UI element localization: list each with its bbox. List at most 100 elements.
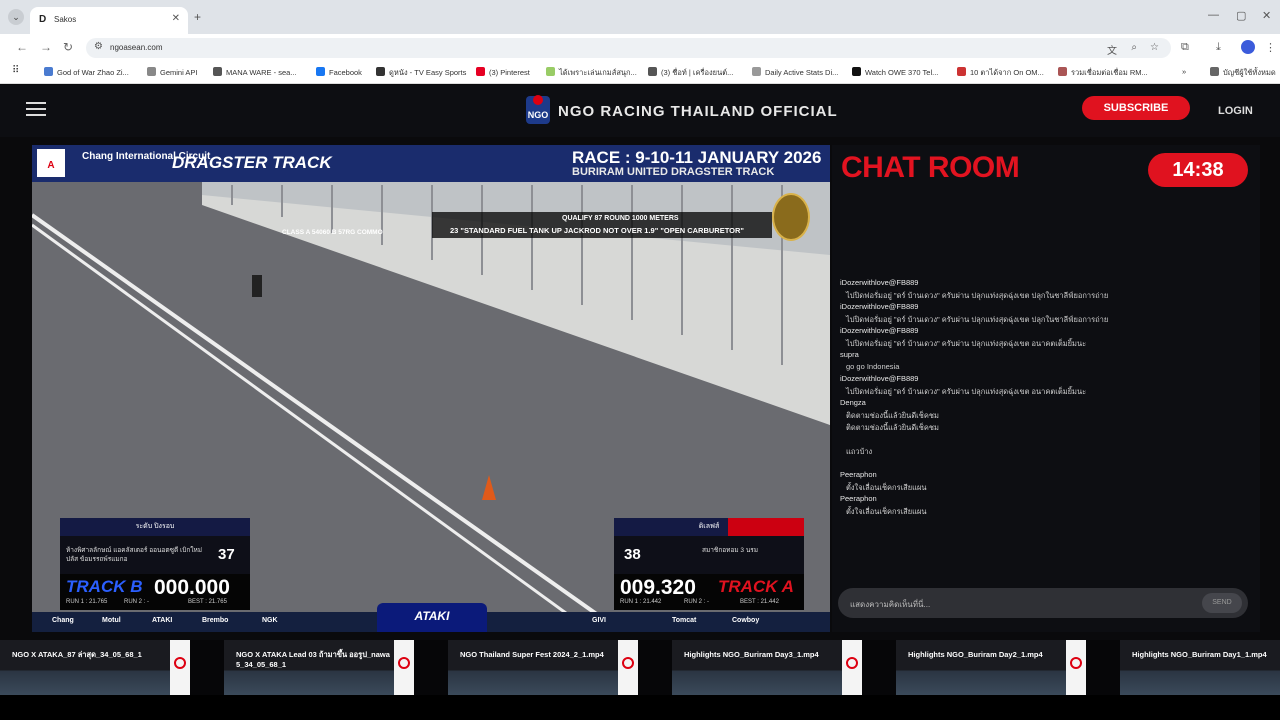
- chat-message-text: ตั้งใจเลื่อนเช็คกรเสียแผน: [846, 483, 927, 492]
- playlist-item[interactable]: Highlights NGO_Buriram Day2_1.mp4: [896, 640, 1118, 695]
- bookmark-item[interactable]: Gemini API: [147, 67, 198, 77]
- bookmark-favicon-icon: [1058, 67, 1067, 76]
- bookmark-item[interactable]: (3) ชื่อท์ | เครื่องยนต์...: [648, 67, 733, 79]
- chat-message-text: ไปปิดฟอรั่มอยู่ "ดร์ บ้านเดวง" ครับผ่าน …: [846, 291, 1109, 300]
- video-top-banner: A Chang International Circuit DRAGSTER T…: [32, 145, 830, 182]
- back-icon[interactable]: ←: [16, 40, 28, 54]
- maximize-icon[interactable]: ▢: [1236, 9, 1246, 22]
- bookmark-label: รวมเชื่อมต่อเชื่อม RM...: [1071, 68, 1148, 77]
- hamburger-menu-icon[interactable]: [26, 102, 46, 116]
- forward-icon[interactable]: →: [40, 40, 52, 54]
- zoom-icon[interactable]: ⌕: [1131, 42, 1137, 53]
- bookmark-favicon-icon: [476, 67, 485, 76]
- new-tab-icon[interactable]: +: [194, 10, 201, 24]
- chat-username: iDozerwithlove@FB889: [840, 278, 919, 287]
- page-bottom: [0, 695, 1280, 720]
- bookmark-item[interactable]: Facebook: [316, 67, 362, 77]
- playlist-item[interactable]: Highlights NGO_Buriram Day1_1.mp4: [1120, 640, 1280, 695]
- right-time: 009.320: [620, 576, 696, 599]
- more-bookmarks-icon[interactable]: »: [1182, 67, 1186, 76]
- download-icon[interactable]: ⤓: [1216, 41, 1221, 54]
- right-racer-name: สมาชิกอทอม 3 นรม: [702, 547, 759, 554]
- bookmark-item[interactable]: Daily Active Stats Di...: [752, 67, 838, 77]
- minimize-icon[interactable]: —: [1208, 9, 1219, 21]
- playlist-item[interactable]: NGO X ATAKA_87 ล่าสุด_34_05_68_1: [0, 640, 222, 695]
- bookmark-item[interactable]: ดูหนัง - TV Easy Sports: [376, 67, 466, 79]
- bookmark-favicon-icon: [213, 67, 222, 76]
- video-thumbnail: [672, 640, 842, 695]
- playlist-title: Highlights NGO_Buriram Day2_1.mp4: [908, 650, 1043, 659]
- site-header: NGO NGO RACING THAILAND OFFICIAL SUBSCRI…: [0, 85, 1280, 137]
- bookmarks-bar: ⠿ God of War Zhao Zi... Gemini API MANA …: [0, 62, 1280, 84]
- reload-icon[interactable]: ↻: [63, 40, 73, 54]
- bookmark-star-icon[interactable]: ☆: [1150, 42, 1159, 53]
- brand-logo-icon: A: [37, 149, 65, 177]
- playlist-item[interactable]: Highlights NGO_Buriram Day3_1.mp4: [672, 640, 894, 695]
- left-best: BEST : 21.765: [188, 599, 227, 605]
- playlist-item[interactable]: NGO X ATAKA Lead 03 ถ้ามาขึ้น ออรูป_nawa…: [224, 640, 446, 695]
- ngo-badge-icon: [842, 640, 862, 695]
- extensions-icon[interactable]: ⧉: [1181, 41, 1189, 54]
- site-title: NGO RACING THAILAND OFFICIAL: [558, 103, 838, 120]
- playlist-item[interactable]: NGO Thailand Super Fest 2024_2_1.mp4: [448, 640, 670, 695]
- chat-username: supra: [840, 350, 859, 359]
- subscribe-button[interactable]: SUBSCRIBE: [1082, 96, 1190, 120]
- video-thumbnail: [448, 640, 618, 695]
- svg-text:NGO: NGO: [528, 110, 549, 120]
- tab-title: Sakos: [54, 15, 77, 24]
- left-track-label: TRACK B: [66, 577, 143, 596]
- bookmark-item[interactable]: รวมเชื่อมต่อเชื่อม RM...: [1058, 67, 1148, 79]
- login-link[interactable]: LOGIN: [1218, 105, 1253, 117]
- chat-message-list[interactable]: iDozerwithlove@FB889 ไปปิดฟอรั่มอยู่ "ดร…: [840, 278, 1250, 518]
- sponsor-label: Cowboy: [732, 617, 760, 624]
- browser-tab[interactable]: D Sakos ✕: [30, 7, 188, 34]
- bookmark-item[interactable]: ได้เพราะเล่นเกมส์สนุก...: [546, 67, 637, 79]
- bookmark-item[interactable]: 10 ตาได้จาก On OM...: [957, 67, 1044, 79]
- close-window-icon[interactable]: ✕: [1262, 9, 1271, 22]
- url-text: ngoasean.com: [110, 43, 163, 52]
- left-score-header: ระดับ ปิงรอบ: [60, 518, 250, 536]
- bookmark-item[interactable]: บัญชีผู้ใช้ทั้งหมด: [1210, 67, 1276, 79]
- chat-message-text: ตั้งใจเลื่อนเช็คกรเสียแผน: [846, 507, 927, 516]
- bookmark-item[interactable]: (3) Pinterest: [476, 67, 530, 77]
- right-score-header: ดิเลฟส์: [614, 518, 804, 536]
- translate-icon[interactable]: 文: [1107, 42, 1117, 57]
- apps-icon[interactable]: ⠿: [12, 65, 19, 76]
- right-racer-number: 38: [624, 546, 641, 563]
- bookmark-item[interactable]: MANA WARE - sea...: [213, 67, 297, 77]
- ngo-logo[interactable]: NGO: [523, 92, 553, 128]
- bookmark-item[interactable]: Watch OWE 370 Tel...: [852, 67, 938, 77]
- left-racer-number: 37: [218, 546, 235, 563]
- bookmark-label: บัญชีผู้ใช้ทั้งหมด: [1223, 68, 1276, 77]
- sponsor-label: GIVI: [592, 617, 607, 624]
- chat-username: Peeraphon: [840, 494, 877, 503]
- bookmark-label: MANA WARE - sea...: [226, 68, 297, 77]
- chat-room-title: CHAT ROOM: [841, 151, 1020, 184]
- left-run2: RUN 2 : -: [124, 599, 150, 605]
- chat-input-field[interactable]: แสดงความคิดเห็นที่นี่... SEND: [838, 588, 1248, 618]
- close-tab-icon[interactable]: ✕: [172, 13, 180, 24]
- send-button[interactable]: SEND: [1202, 593, 1242, 613]
- chat-message-text: ไปปิดฟอรั่มอยู่ "ดร์ บ้านเดวง" ครับผ่าน …: [846, 315, 1109, 324]
- chat-username: Peeraphon: [840, 470, 877, 479]
- ataki-logo: ATAKI: [377, 603, 487, 632]
- bookmark-favicon-icon: [752, 67, 761, 76]
- live-video-player[interactable]: A Chang International Circuit DRAGSTER T…: [32, 145, 830, 632]
- address-bar[interactable]: ⚙ ngoasean.com 文 ⌕ ☆: [86, 38, 1171, 58]
- right-best: BEST : 21.442: [740, 599, 779, 605]
- sponsor-label: Motul: [102, 617, 121, 624]
- bookmark-label: Daily Active Stats Di...: [765, 68, 839, 77]
- folder-icon: [1210, 67, 1219, 76]
- site-info-icon[interactable]: ⚙: [94, 41, 103, 52]
- bookmark-item[interactable]: God of War Zhao Zi...: [44, 67, 129, 77]
- playlist-title: NGO Thailand Super Fest 2024_2_1.mp4: [460, 650, 604, 659]
- bookmark-favicon-icon: [648, 67, 657, 76]
- browser-menu-icon[interactable]: ⋮: [1265, 41, 1276, 54]
- bookmark-favicon-icon: [852, 67, 861, 76]
- tab-search-icon[interactable]: ⌄: [8, 9, 24, 25]
- chat-username: iDozerwithlove@FB889: [840, 374, 919, 383]
- sponsor-label: Tomcat: [672, 617, 697, 624]
- left-run1: RUN 1 : 21.765: [66, 599, 108, 605]
- profile-avatar[interactable]: [1241, 40, 1255, 54]
- video-playlist: NGO X ATAKA_87 ล่าสุด_34_05_68_1 NGO X A…: [0, 640, 1280, 695]
